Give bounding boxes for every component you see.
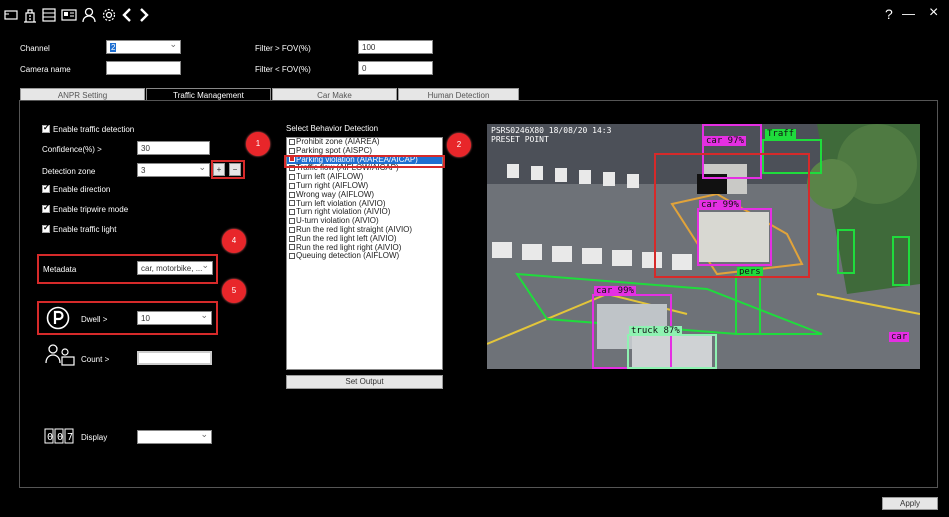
help-button[interactable]: ? (885, 6, 893, 22)
enable-direction-checkbox[interactable] (42, 183, 50, 193)
detection-label: car 99% (594, 286, 636, 296)
enable-direction-label: Enable direction (53, 185, 111, 194)
count-input[interactable] (137, 351, 212, 365)
detection-label: car (889, 332, 910, 342)
detection-label: car 97% (704, 136, 746, 146)
count-label: Count > (81, 355, 110, 364)
enable-light-label: Enable traffic light (53, 225, 117, 234)
dwell-label: Dwell > (81, 315, 108, 324)
enable-traffic-checkbox[interactable] (42, 123, 50, 133)
user-icon[interactable] (82, 7, 96, 23)
behavior-title: Select Behavior Detection (286, 124, 379, 133)
dwell-select[interactable]: 10 (137, 311, 212, 325)
metadata-select[interactable]: car, motorbike, ... (137, 261, 213, 275)
parking-icon (46, 306, 70, 330)
svg-text:0: 0 (57, 432, 63, 443)
marker-1: 1 (246, 132, 270, 156)
fov-gt-label: Filter > FOV(%) (255, 44, 311, 53)
camera-name-label: Camera name (20, 65, 71, 74)
video-zone-highlight (654, 153, 810, 278)
detection-zone-label: Detection zone (42, 167, 96, 176)
minimize-button[interactable]: — (902, 6, 915, 21)
channel-value: 2 (110, 43, 117, 52)
parking-violation-highlight (284, 155, 445, 168)
channel-select[interactable]: 2 (106, 40, 181, 54)
apply-button[interactable]: Apply (882, 497, 938, 510)
chevron-left-icon[interactable] (121, 7, 133, 23)
people-count-icon (45, 344, 75, 366)
video-overlay-line2: PRESET POINT (491, 135, 549, 144)
confidence-label: Confidence(%) > (42, 145, 102, 154)
fov-gt-input[interactable]: 100 (358, 40, 433, 54)
svg-text:0: 0 (47, 432, 53, 443)
marker-2: 2 (447, 133, 471, 157)
display-select[interactable] (137, 430, 212, 444)
marker-4: 4 (222, 229, 246, 253)
enable-tripwire-label: Enable tripwire mode (53, 205, 129, 214)
chevron-right-icon[interactable] (138, 7, 150, 23)
fov-lt-label: Filter < FOV(%) (255, 65, 311, 74)
counter-display-icon: 007 (44, 428, 74, 444)
list-icon[interactable] (42, 8, 56, 22)
detection-box (837, 229, 855, 274)
detection-label: Traff (765, 129, 797, 139)
window-icon[interactable] (4, 9, 18, 21)
detection-box (627, 334, 717, 369)
detection-box (735, 275, 761, 335)
zone-buttons-highlight (211, 160, 245, 179)
close-button[interactable]: × (929, 4, 938, 22)
gear-icon[interactable] (101, 7, 117, 23)
enable-traffic-label: Enable traffic detection (53, 125, 135, 134)
enable-tripwire-checkbox[interactable] (42, 203, 50, 213)
enable-light-checkbox[interactable] (42, 223, 50, 233)
detection-label: truck 87% (629, 326, 682, 336)
fov-lt-input[interactable]: 0 (358, 61, 433, 75)
behavior-list: Prohibit zone (AIAREA) Parking spot (AIS… (286, 137, 443, 370)
id-card-icon[interactable] (61, 9, 77, 21)
behavior-item[interactable]: Queuing detection (AIFLOW) (287, 251, 442, 261)
channel-label: Channel (20, 44, 50, 53)
confidence-input[interactable]: 30 (137, 141, 210, 155)
camera-name-input[interactable] (106, 61, 181, 75)
marker-5: 5 (222, 279, 246, 303)
detection-zone-select[interactable]: 3 (137, 163, 210, 177)
building-icon[interactable] (22, 7, 38, 23)
detection-box (892, 236, 910, 286)
set-output-button[interactable]: Set Output (286, 375, 443, 389)
svg-text:7: 7 (67, 432, 73, 443)
metadata-label: Metadata (43, 265, 77, 274)
display-label: Display (81, 433, 108, 442)
video-overlay-line1: PSRS0246X80 18/08/20 14:3 (491, 126, 612, 135)
